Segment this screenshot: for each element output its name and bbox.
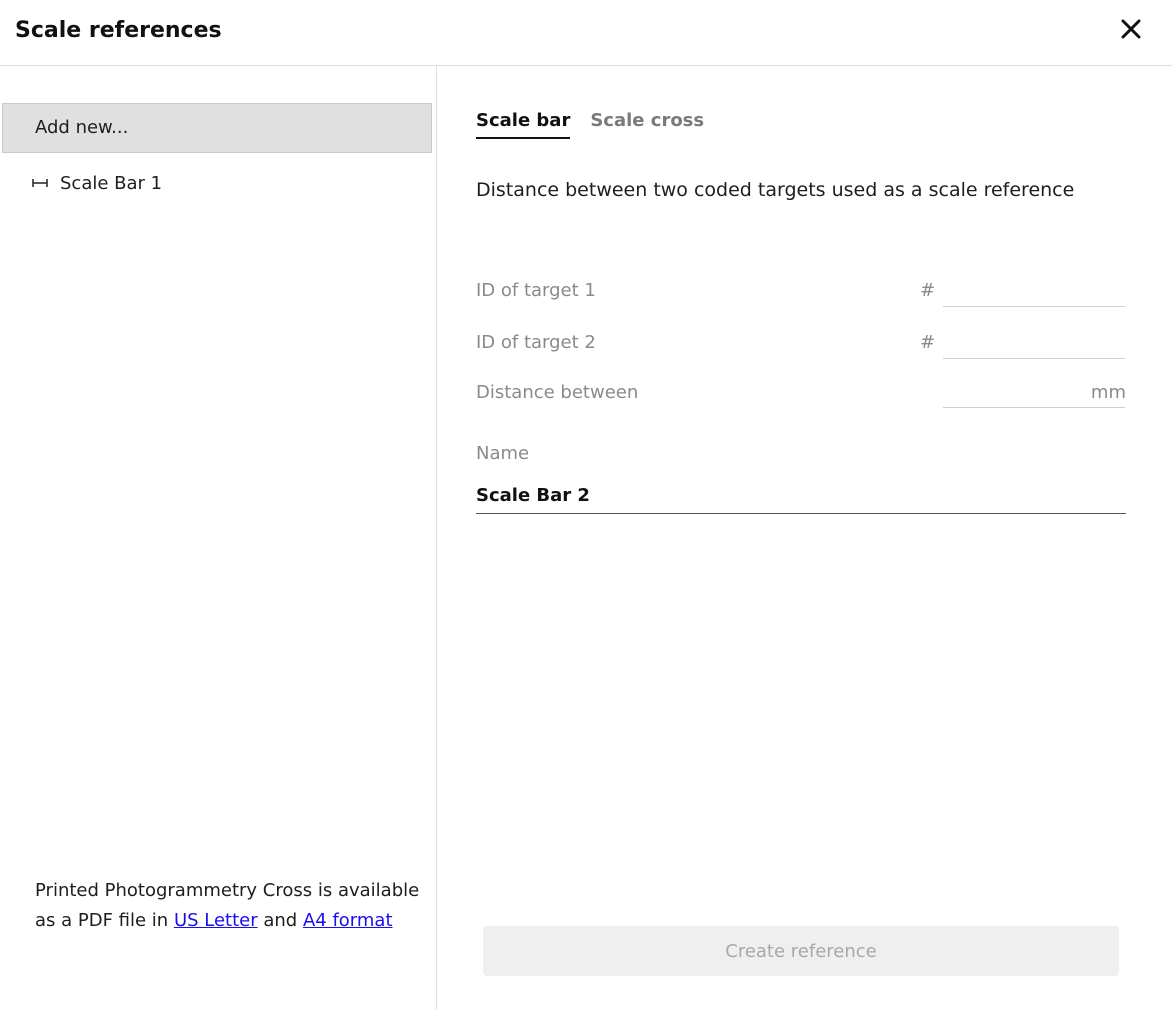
distance-input[interactable] — [943, 376, 1125, 408]
list-item-label: Scale Bar 1 — [60, 172, 163, 194]
target1-row: ID of target 1 # — [476, 274, 1126, 310]
dialog-title: Scale references — [15, 18, 222, 43]
target2-label: ID of target 2 — [476, 332, 596, 353]
target1-input[interactable] — [943, 274, 1125, 307]
panel-divider — [436, 66, 437, 1010]
name-label: Name — [476, 443, 530, 464]
note-text-middle: and — [257, 910, 303, 931]
target2-hash: # — [920, 332, 936, 353]
close-button[interactable] — [1114, 12, 1148, 46]
reference-type-tabs: Scale bar Scale cross — [476, 110, 704, 139]
target2-row: ID of target 2 # — [476, 326, 1126, 362]
dialog-header: Scale references — [0, 0, 1172, 66]
create-reference-button[interactable]: Create reference — [483, 926, 1119, 976]
tab-scale-cross[interactable]: Scale cross — [590, 110, 704, 139]
tab-scale-bar[interactable]: Scale bar — [476, 110, 571, 139]
distance-row: Distance between mm — [476, 376, 1126, 412]
list-item-scale-bar-1[interactable]: Scale Bar 1 — [32, 168, 162, 198]
sidebar: Add new... Scale Bar 1 Printed Photogram… — [0, 66, 436, 1030]
a4-format-link[interactable]: A4 format — [303, 910, 393, 931]
name-input[interactable] — [476, 478, 1126, 514]
pdf-availability-note: Printed Photogrammetry Cross is availabl… — [35, 876, 425, 936]
us-letter-link[interactable]: US Letter — [174, 910, 258, 931]
distance-label: Distance between — [476, 382, 639, 403]
target2-input[interactable] — [943, 326, 1125, 359]
add-new-button[interactable]: Add new... — [2, 103, 432, 153]
target1-hash: # — [920, 280, 936, 301]
close-icon — [1121, 19, 1141, 39]
scale-bar-icon — [32, 177, 52, 189]
target1-label: ID of target 1 — [476, 280, 596, 301]
scale-bar-description: Distance between two coded targets used … — [476, 179, 1075, 201]
